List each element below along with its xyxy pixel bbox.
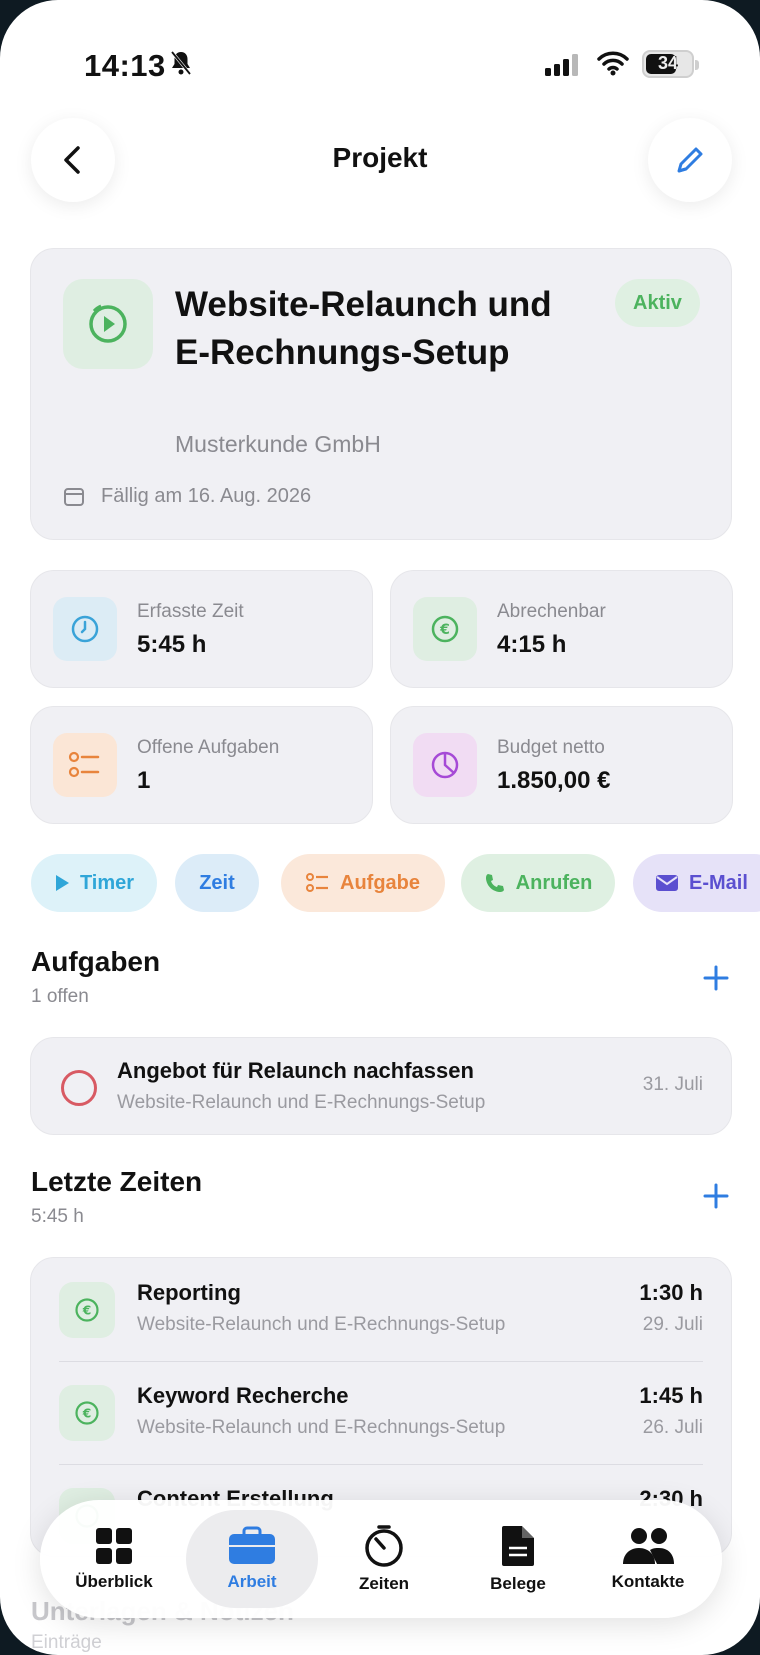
task-due-date: 31. Juli [642,1074,703,1095]
stat-value: 1 [137,767,151,794]
checklist-icon [306,873,328,892]
status-time: 14:13 [84,48,166,83]
tab-label: Kontakte [611,1572,685,1591]
stat-value: 1.850,00 € [497,767,611,794]
tab-label: Überblick [75,1572,153,1591]
stat-card-tracked-time[interactable]: Erfasste Zeit 5:45 h [30,570,373,688]
time-entry-duration: 1:45 h [639,1383,703,1408]
time-entry-title: Reporting [137,1280,241,1305]
tab-contacts[interactable]: Kontakte [582,1510,714,1608]
tab-label: Arbeit [227,1572,277,1591]
tab-overview[interactable]: Überblick [48,1510,180,1608]
task-chip[interactable]: Aufgabe [281,854,445,912]
due-date: Fällig am 16. Aug. 2026 [63,485,311,508]
time-chip[interactable]: Zeit [175,854,259,912]
stopwatch-icon [365,1525,403,1567]
tab-label: Belege [490,1574,546,1593]
calendar-icon [64,487,84,506]
time-entry-date: 26. Juli [642,1417,703,1438]
stat-value: 5:45 h [137,631,207,658]
chip-label: Aufgabe [340,871,420,894]
stat-label: Abrechenbar [497,601,606,622]
euro-icon: € [59,1282,115,1338]
project-status-icon [63,279,153,369]
time-entry-row[interactable]: € Keyword Recherche Website-Relaunch und… [31,1361,731,1463]
status-badge: Aktiv [615,279,700,327]
chip-label: E-Mail [689,871,748,894]
phone-screen: 14:13 34 Projekt Website-Relaunch und E- [0,0,760,1655]
email-chip[interactable]: E-Mail [633,854,760,912]
wifi-icon [597,50,629,81]
euro-icon: € [413,597,477,661]
task-project: Website-Relaunch und E-Rechnungs-Setup [117,1092,486,1113]
task-title: Angebot für Relaunch nachfassen [117,1058,474,1083]
chip-label: Anrufen [515,871,593,894]
project-name: Website-Relaunch und E-Rechnungs-Setup [175,285,552,372]
svg-text:€: € [439,622,450,638]
time-entry-project: Website-Relaunch und E-Rechnungs-Setup [137,1417,506,1438]
document-icon [502,1526,534,1566]
pencil-icon [677,147,703,173]
stat-label: Budget netto [497,737,605,758]
status-bar: 14:13 34 [0,38,760,88]
timer-chip[interactable]: Timer [31,854,157,912]
stat-label: Offene Aufgaben [137,737,280,758]
project-summary-card: Website-Relaunch und E-Rechnungs-Setup A… [30,248,732,540]
time-entry-duration: 1:30 h [639,1280,703,1305]
time-entry-project: Website-Relaunch und E-Rechnungs-Setup [137,1314,506,1335]
time-entry-date: 29. Juli [642,1314,703,1335]
svg-text:€: € [82,1406,92,1420]
chip-label: Zeit [199,871,235,894]
chip-label: Timer [79,871,135,894]
tasks-section-subtitle: 1 offen [31,986,89,1007]
clock-icon [53,597,117,661]
edit-button[interactable] [648,118,732,202]
tab-times[interactable]: Zeiten [318,1510,450,1608]
battery-level: 34 [657,53,679,73]
checklist-icon [53,733,117,797]
add-task-button[interactable] [700,962,732,994]
time-entry-title: Keyword Recherche [137,1383,349,1408]
pie-chart-icon [413,733,477,797]
page-title: Projekt [332,142,428,173]
stat-label: Erfasste Zeit [137,601,244,622]
task-row[interactable]: Angebot für Relaunch nachfassen Website-… [30,1037,732,1135]
euro-icon: € [59,1385,115,1441]
cellular-signal-icon [545,54,581,81]
tab-receipts[interactable]: Belege [452,1510,584,1608]
quick-actions: Timer Zeit Aufgabe Anrufen E-Mail [31,854,760,914]
call-chip[interactable]: Anrufen [461,854,615,912]
stat-card-billable[interactable]: € Abrechenbar 4:15 h [390,570,733,688]
grid-icon [96,1528,132,1564]
battery-icon: 34 [642,50,699,78]
mail-icon [656,875,678,891]
notes-section-subtitle: Einträge [31,1632,102,1653]
stat-card-open-tasks[interactable]: Offene Aufgaben 1 [30,706,373,824]
times-section-subtitle: 5:45 h [31,1206,84,1227]
time-entry-row[interactable]: € Reporting Website-Relaunch und E-Rechn… [31,1258,731,1360]
bottom-tab-bar: Überblick Arbeit Zeiten Belege Kontakte [40,1500,722,1618]
due-date-text: Fällig am 16. Aug. 2026 [101,485,312,507]
play-icon [55,875,69,891]
stat-card-budget[interactable]: Budget netto 1.850,00 € [390,706,733,824]
task-checkbox[interactable] [61,1070,97,1106]
briefcase-icon [229,1526,275,1564]
times-section-title: Letzte Zeiten [31,1166,203,1197]
svg-text:€: € [82,1303,92,1317]
people-icon [623,1528,674,1564]
stat-value: 4:15 h [497,631,567,658]
top-navigation: Projekt [0,118,760,202]
add-time-button[interactable] [700,1180,732,1212]
tab-work[interactable]: Arbeit [186,1510,318,1608]
tasks-section-title: Aufgaben [31,946,161,977]
phone-icon [485,874,504,892]
tab-label: Zeiten [358,1574,410,1593]
project-client: Musterkunde GmbH [175,431,381,457]
silent-bell-icon [170,50,192,81]
